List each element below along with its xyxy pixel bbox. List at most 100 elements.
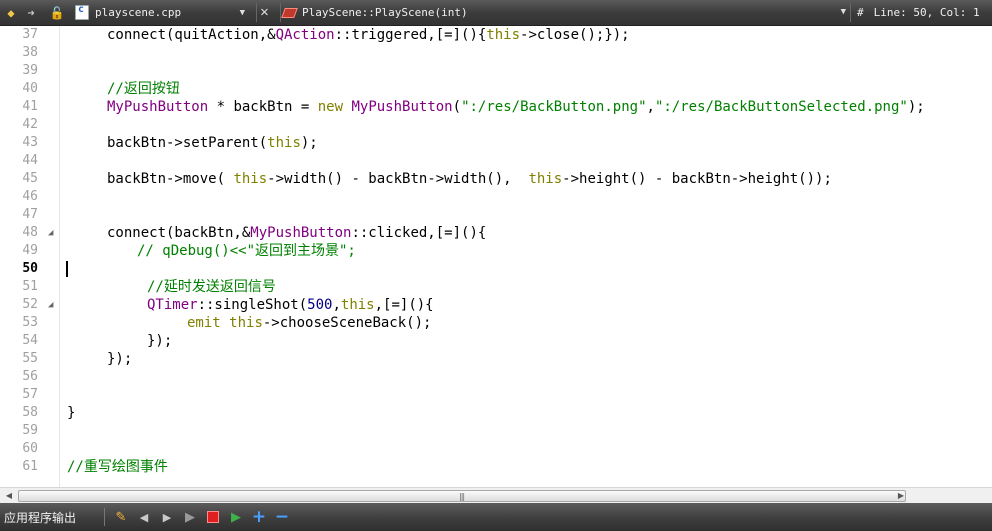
code-token: ); — [300, 135, 318, 151]
code-text: //返回按钮 — [107, 80, 180, 98]
rerun-icon[interactable]: ▶ — [226, 507, 246, 527]
code-line[interactable]: 61 //重写绘图事件 — [0, 458, 992, 476]
code-line[interactable]: 48 ◢ connect(backBtn,&MyPushButton::clicke… — [0, 224, 992, 242]
fold-marker-icon[interactable]: ◢ — [48, 224, 58, 242]
file-selector-combo[interactable]: playscene.cpp ▼ — [72, 3, 250, 22]
code-token: emit — [187, 315, 221, 331]
code-token: }); — [107, 351, 133, 367]
scroll-right-icon[interactable]: ▶ — [894, 489, 908, 503]
line-number: 44 — [22, 153, 38, 168]
code-line[interactable]: 46 — [0, 188, 992, 206]
code-text: connect(backBtn,&MyPushButton::clicked,[… — [107, 224, 486, 242]
chevron-down-icon: ▼ — [239, 8, 245, 18]
code-line[interactable]: 43 backBtn->setParent(this); — [0, 134, 992, 152]
code-line[interactable]: 37 connect(quitAction,&QAction::triggered… — [0, 26, 992, 44]
line-column-indicator[interactable]: # Line: 50, Col: 1 — [850, 3, 992, 22]
code-line[interactable]: 39 — [0, 62, 992, 80]
function-symbol-icon — [281, 7, 298, 18]
code-line[interactable]: 53 emit this->chooseSceneBack(); — [0, 314, 992, 332]
code-token: 500 — [307, 297, 333, 313]
code-line[interactable]: 56 — [0, 368, 992, 386]
code-text: connect(quitAction,&QAction::triggered,[… — [107, 26, 630, 44]
code-text: backBtn->setParent(this); — [107, 134, 318, 152]
line-number: 60 — [22, 441, 38, 456]
code-line[interactable]: 55}); — [0, 350, 992, 368]
file-name: playscene.cpp — [95, 6, 182, 19]
output-pane-title: 应用程序输出 — [4, 510, 77, 525]
code-text: MyPushButton * backBtn = new MyPushButto… — [107, 98, 925, 116]
line-number: 53 — [22, 315, 38, 330]
previous-item-icon[interactable]: ◀ — [134, 507, 154, 527]
zoom-in-icon[interactable]: + — [249, 507, 269, 527]
code-line[interactable]: 59 — [0, 422, 992, 440]
code-token: this — [233, 171, 268, 187]
code-token: ::triggered,[=](){ — [334, 27, 487, 43]
code-token: //重写绘图事件 — [67, 459, 168, 475]
code-token: , — [332, 297, 341, 313]
code-token: this — [486, 27, 521, 43]
lock-icon[interactable]: 🔓 — [48, 3, 66, 23]
code-line[interactable]: 40 //返回按钮 — [0, 80, 992, 98]
code-line[interactable]: 58} — [0, 404, 992, 422]
horizontal-scrollbar[interactable]: ◀ ||| ▶ — [0, 487, 992, 503]
code-line[interactable]: 44 — [0, 152, 992, 170]
code-line[interactable]: 52 ◢ QTimer::singleShot(500,this,[=](){ — [0, 296, 992, 314]
code-line[interactable]: 45 backBtn->move( this->width() - backBtn… — [0, 170, 992, 188]
code-token: ::singleShot( — [197, 297, 308, 313]
code-token: } — [67, 405, 76, 421]
code-line[interactable]: 57 — [0, 386, 992, 404]
symbol-name: PlayScene::PlayScene(int) — [302, 6, 468, 19]
cpp-file-icon — [75, 4, 89, 20]
line-col-text: Line: 50, Col: 1 — [873, 6, 980, 19]
scroll-left-icon[interactable]: ◀ — [2, 489, 16, 503]
code-token: QAction — [275, 27, 335, 43]
fold-marker-icon[interactable]: ◢ — [48, 296, 58, 314]
line-number: 51 — [22, 279, 38, 294]
scrollbar-thumb[interactable]: ||| — [18, 490, 906, 502]
text-caret — [66, 261, 68, 277]
code-token: MyPushButton — [107, 99, 209, 115]
line-number: 50 — [22, 261, 38, 276]
line-number: 43 — [22, 135, 38, 150]
code-line[interactable]: 51 //延时发送返回信号 — [0, 278, 992, 296]
navigate-forward-icon[interactable]: ➜ — [22, 3, 40, 23]
run-icon[interactable]: ▶ — [180, 507, 200, 527]
stop-icon[interactable] — [203, 507, 223, 527]
zoom-out-icon[interactable]: − — [272, 507, 292, 527]
close-document-button[interactable]: ✕ — [256, 3, 272, 22]
code-line[interactable]: 49 // qDebug()<<"返回到主场景"; — [0, 242, 992, 260]
code-line[interactable]: 38 — [0, 44, 992, 62]
code-token: , — [646, 99, 655, 115]
code-token: backBtn->move( — [107, 171, 234, 187]
line-number: 47 — [22, 207, 38, 222]
code-text: //重写绘图事件 — [67, 458, 168, 476]
code-line[interactable]: 47 — [0, 206, 992, 224]
line-number: 45 — [22, 171, 38, 186]
code-token: ->close();}); — [520, 27, 630, 43]
code-token: ->chooseSceneBack(); — [262, 315, 432, 331]
code-text: } — [67, 404, 75, 422]
code-token: this — [528, 171, 563, 187]
chevron-down-icon: ▼ — [840, 7, 846, 17]
code-token: // qDebug()<<"返回到主场景"; — [137, 243, 356, 259]
output-pane-toolbar: 应用程序输出 ✎ ◀ ▶ ▶ ▶ + − — [0, 503, 992, 531]
code-line[interactable]: 54}); — [0, 332, 992, 350]
line-number: 39 — [22, 63, 38, 78]
code-text: //延时发送返回信号 — [147, 278, 276, 296]
line-number: 42 — [22, 117, 38, 132]
navigate-back-icon[interactable]: ◆ — [2, 3, 20, 23]
code-line[interactable]: 50 — [0, 260, 992, 278]
code-line[interactable]: 60 — [0, 440, 992, 458]
code-line[interactable]: 42 — [0, 116, 992, 134]
code-token: * backBtn = — [208, 99, 318, 115]
clear-output-icon[interactable]: ✎ — [111, 507, 131, 527]
separator — [104, 508, 105, 526]
code-token: ":/res/BackButtonSelected.png" — [654, 99, 908, 115]
code-token: MyPushButton — [250, 225, 352, 241]
line-number: 40 — [22, 81, 38, 96]
symbol-selector-combo[interactable]: PlayScene::PlayScene(int) ▼ — [280, 3, 848, 22]
code-line[interactable]: 41 MyPushButton * backBtn = new MyPushBut… — [0, 98, 992, 116]
grip-icon: ||| — [459, 492, 465, 501]
code-editor[interactable]: 37 connect(quitAction,&QAction::triggered… — [0, 26, 992, 487]
next-item-icon[interactable]: ▶ — [157, 507, 177, 527]
